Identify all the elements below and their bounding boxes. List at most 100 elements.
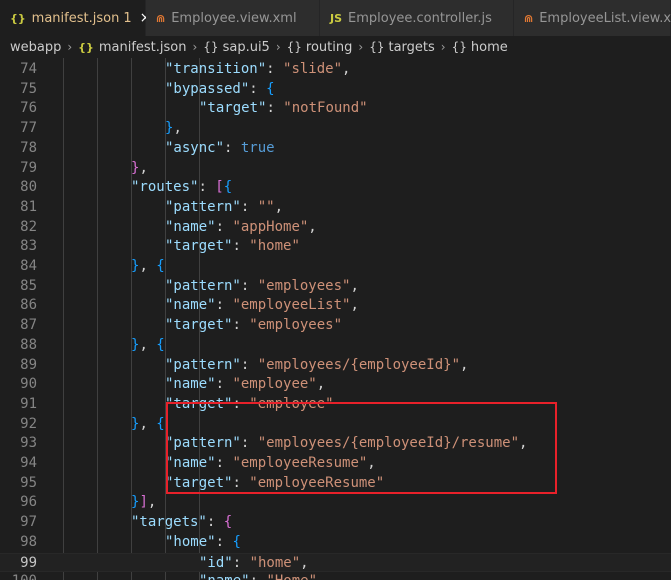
code-line[interactable]: 82 "name": "appHome", (0, 218, 671, 238)
object-icon: {} (286, 40, 302, 54)
tab-manifest-json[interactable]: {} manifest.json 1 × (0, 0, 151, 36)
code-text: "name": "employeeList", (165, 296, 359, 316)
line-number: 74 (20, 61, 37, 77)
code-text: "pattern": "", (165, 198, 283, 218)
json-file-icon: {} (78, 40, 94, 54)
tab-employeelist-view-xml[interactable]: ⋒ EmployeeList.view.xml (514, 0, 671, 36)
object-icon: {} (451, 40, 467, 54)
tab-label: manifest.json (31, 10, 120, 26)
code-token: "id" (199, 554, 233, 571)
code-text: "targets": { (131, 513, 232, 533)
code-text: "bypassed": { (165, 80, 275, 100)
code-token: : (266, 100, 284, 117)
code-token: "bypassed" (165, 80, 250, 97)
chevron-right-icon: › (192, 40, 198, 54)
line-number: 81 (20, 198, 37, 215)
breadcrumb-label: manifest.json (98, 39, 187, 55)
code-line[interactable]: 83 "target": "home" (0, 237, 671, 257)
breadcrumb-label: webapp (10, 39, 62, 55)
breadcrumb: webapp › {} manifest.json › {} sap.ui5 › {… (0, 36, 671, 58)
tab-employee-controller-js[interactable]: JS Employee.controller.js (320, 0, 514, 36)
code-line[interactable]: 81 "pattern": "", (0, 198, 671, 218)
code-line[interactable]: 89 "pattern": "employees/{employeeId}", (0, 356, 671, 376)
code-line[interactable]: 80 "routes": [{ (0, 178, 671, 198)
code-line[interactable]: 85 "pattern": "employees", (0, 277, 671, 297)
code-text: }, { (131, 336, 165, 356)
code-token: "employeeResume" (249, 474, 385, 491)
code-token: "employee" (232, 376, 317, 393)
json-file-icon: {} (10, 11, 26, 25)
code-token: , (519, 435, 528, 452)
code-line[interactable]: 78 "async": true (0, 139, 671, 159)
code-token: : (232, 474, 250, 491)
code-text: "target": "employee" (165, 395, 334, 415)
breadcrumb-item-manifest[interactable]: {} manifest.json (78, 40, 186, 55)
breadcrumb-item-targets[interactable]: {} targets (369, 40, 435, 55)
code-line[interactable]: 91 "target": "employee" (0, 395, 671, 415)
code-token: "target" (165, 395, 233, 412)
code-token: "appHome" (232, 218, 309, 235)
code-text: "home": { (165, 533, 241, 553)
code-token: : (232, 554, 250, 571)
line-number: 86 (20, 297, 37, 314)
breadcrumb-item-webapp[interactable]: webapp (10, 40, 61, 55)
code-line[interactable]: 76 "target": "notFound" (0, 99, 671, 119)
code-text: }, (165, 119, 182, 139)
code-line[interactable]: 93 "pattern": "employees/{employeeId}/res… (0, 434, 671, 454)
code-text: "routes": [{ (131, 178, 232, 198)
code-line[interactable]: 75 "bypassed": { (0, 80, 671, 100)
code-text: "name": "Home", (199, 572, 325, 580)
code-line[interactable]: 84}, { (0, 257, 671, 277)
code-editor[interactable]: 74 "transition": "slide", 75 "bypassed": {7… (0, 58, 671, 580)
line-number: 82 (20, 218, 37, 235)
breadcrumb-item-home[interactable]: {} home (452, 40, 508, 55)
tab-employee-view-xml[interactable]: ⋒ Employee.view.xml (146, 0, 320, 36)
line-number: 99 (20, 554, 37, 571)
code-text: "id": "home", (199, 554, 309, 574)
code-line[interactable]: 74 "transition": "slide", (0, 60, 671, 80)
code-token: "home" (165, 533, 216, 550)
line-number: 83 (20, 238, 37, 255)
code-token: "name" (165, 297, 216, 314)
code-line[interactable]: 79}, (0, 159, 671, 179)
code-text: }], (131, 493, 156, 513)
code-line[interactable]: 87 "target": "employees" (0, 316, 671, 336)
code-token: "transition" (165, 61, 267, 77)
code-token: { (266, 80, 275, 97)
code-line[interactable]: 97 "targets": { (0, 513, 671, 533)
code-token: , (350, 297, 359, 314)
code-token: : (215, 455, 233, 471)
code-line[interactable]: 100 "name": "Home", (0, 572, 671, 580)
line-number: 100 (0, 572, 37, 580)
code-token: "employee" (249, 395, 334, 412)
tab-label: EmployeeList.view.xml (539, 10, 671, 26)
problem-count-badge: 1 (123, 10, 132, 26)
code-line[interactable]: 95 "target": "employeeResume" (0, 474, 671, 494)
breadcrumb-item-sap-ui5[interactable]: {} sap.ui5 (203, 40, 270, 55)
line-number: 89 (20, 356, 37, 373)
code-token: "employees" (249, 317, 343, 334)
code-text: "name": "appHome", (165, 218, 317, 238)
code-line[interactable]: 92}, { (0, 415, 671, 435)
code-line[interactable]: 90 "name": "employee", (0, 375, 671, 395)
breadcrumb-item-routing[interactable]: {} routing (287, 40, 353, 55)
code-token: : (232, 238, 250, 255)
code-line[interactable]: 96}], (0, 493, 671, 513)
code-token: : (215, 297, 233, 314)
code-line[interactable]: 99 "id": "home", (0, 552, 671, 574)
code-token: true (240, 139, 275, 156)
code-token: : (240, 277, 258, 294)
code-line[interactable]: 98 "home": { (0, 533, 671, 553)
code-token: : (206, 514, 224, 531)
code-line[interactable]: 94 "name": "employeeResume", (0, 454, 671, 474)
code-line[interactable]: 86 "name": "employeeList", (0, 296, 671, 316)
code-token: "name" (165, 376, 216, 393)
chevron-right-icon: › (67, 40, 73, 54)
code-line[interactable]: 88}, { (0, 336, 671, 356)
code-line[interactable]: 77}, (0, 119, 671, 139)
line-number: 84 (20, 258, 37, 274)
line-number: 78 (20, 139, 37, 156)
editor-tab-bar: {} manifest.json 1 × ⋒ Employee.view.xml… (0, 0, 671, 36)
breadcrumb-label: sap.ui5 (222, 39, 270, 55)
line-number: 94 (20, 455, 37, 471)
